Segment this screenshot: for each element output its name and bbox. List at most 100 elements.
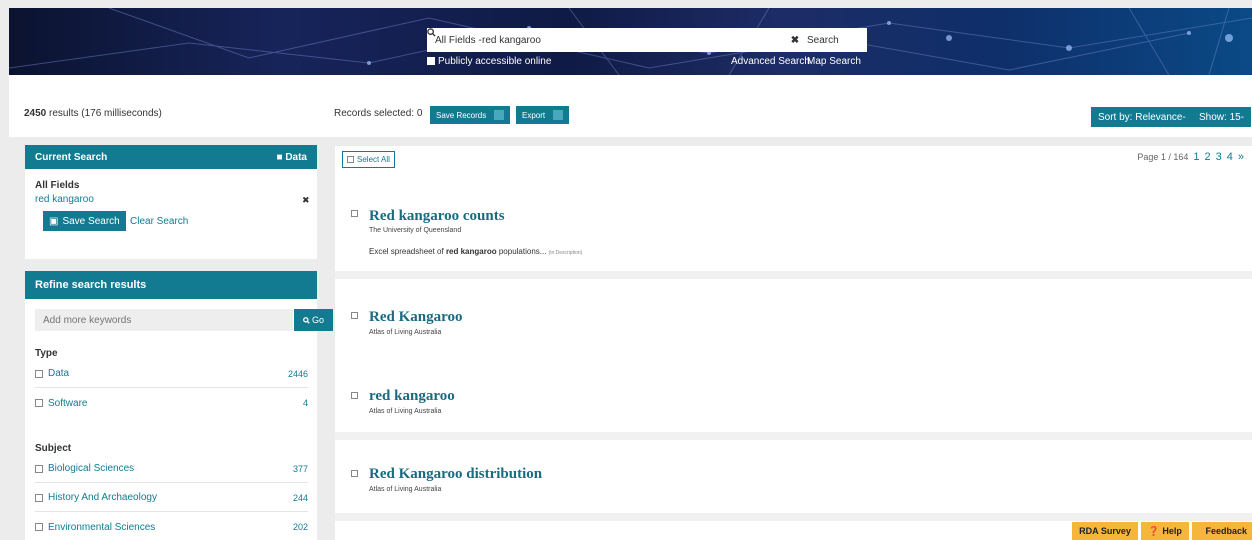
results-total: 2450 — [24, 108, 47, 119]
checkbox — [347, 156, 354, 163]
result-checkbox[interactable] — [351, 470, 358, 477]
page-link-1[interactable]: 1 — [1193, 151, 1199, 163]
save-icon: ▣ — [49, 215, 59, 227]
search-button-label: Search — [807, 34, 839, 46]
keywords-input[interactable] — [35, 309, 293, 331]
search-bar: All Fields - ✖ Search — [427, 28, 867, 52]
search-button[interactable]: Search — [427, 28, 867, 46]
facet-count: 2446 — [287, 368, 308, 379]
search-icon — [303, 316, 310, 324]
current-search-title: Current Search — [35, 151, 108, 163]
advanced-search-link[interactable]: Advanced Search — [731, 56, 810, 67]
current-search-panel: Current Search ■ Data All Fields red kan… — [25, 145, 317, 259]
facet-subject-biological[interactable]: Biological Sciences 377 — [35, 455, 308, 483]
facet-label: Environmental Sciences — [48, 521, 156, 533]
records-selected: Records selected: 0 — [334, 108, 423, 119]
result-title[interactable]: Red Kangaroo — [369, 309, 462, 326]
facet-type-data[interactable]: Data 2446 — [35, 360, 308, 388]
results-count: 2450 results (176 milliseconds) — [24, 108, 162, 119]
facet-label: Software — [48, 397, 88, 409]
result-checkbox[interactable] — [351, 392, 358, 399]
clear-search-icon[interactable]: ✖ — [783, 35, 807, 46]
select-all-button[interactable]: Select All — [342, 151, 395, 168]
data-link-label: Data — [285, 151, 307, 163]
checkbox[interactable] — [35, 369, 43, 378]
go-label: Go — [311, 315, 324, 325]
facet-type-software[interactable]: Software 4 — [35, 389, 308, 417]
public-checkbox[interactable] — [427, 57, 435, 65]
refine-panel: Refine search results Go Type Data 2446 … — [25, 271, 333, 540]
divider — [335, 271, 1252, 279]
help-button[interactable]: ❓ Help — [1141, 522, 1189, 540]
next-page-link[interactable]: » — [1238, 151, 1244, 163]
map-search-link[interactable]: Map Search — [807, 56, 861, 67]
save-search-button[interactable]: ▣ Save Search — [43, 211, 126, 231]
clear-search-link[interactable]: Clear Search — [130, 216, 188, 227]
description-text-end: populations... — [496, 247, 547, 256]
checkbox[interactable] — [35, 399, 43, 407]
description-text: Excel spreadsheet of — [369, 247, 446, 256]
feedback-button[interactable]: Feedback — [1192, 522, 1252, 540]
upload-icon — [553, 110, 564, 120]
search-term-link[interactable]: red kangaroo — [35, 194, 94, 205]
save-search-label: Save Search — [62, 215, 120, 227]
pagination: Page 1 / 164 1 2 3 4 » — [1137, 151, 1244, 163]
current-search-header: Current Search ■ Data — [25, 145, 317, 169]
facet-count: 202 — [292, 522, 308, 532]
facet-label: Data — [48, 368, 70, 379]
bookmark-icon — [494, 110, 505, 120]
subject-heading: Subject — [35, 443, 72, 454]
data-link[interactable]: ■ Data — [276, 152, 307, 163]
result-checkbox[interactable] — [351, 210, 358, 217]
search-input[interactable] — [482, 30, 783, 50]
folder-icon: ■ — [276, 151, 283, 163]
header-banner: All Fields - ✖ Search Publicly accessibl… — [9, 8, 1252, 75]
rda-survey-button[interactable]: RDA Survey — [1072, 522, 1138, 540]
remove-term-icon[interactable]: ✖ — [302, 195, 310, 206]
page-link-4[interactable]: 4 — [1227, 151, 1233, 163]
checkbox[interactable] — [35, 493, 43, 502]
facet-count: 4 — [302, 398, 308, 408]
divider — [335, 513, 1252, 521]
public-checkbox-label: Publicly accessible online — [438, 56, 552, 67]
result-title[interactable]: red kangaroo — [369, 388, 455, 405]
results-toolbar: 2450 results (176 milliseconds) Records … — [9, 75, 1252, 137]
result-source: Atlas of Living Australia — [369, 329, 442, 336]
public-checkbox-row[interactable]: Publicly accessible online — [427, 56, 551, 67]
results-time: results (176 milliseconds) — [49, 108, 162, 119]
export-button[interactable]: Export — [516, 106, 570, 124]
help-label: Help — [1162, 526, 1182, 536]
page-link-2[interactable]: 2 — [1205, 151, 1211, 163]
result-source: Atlas of Living Australia — [369, 408, 442, 415]
result-checkbox[interactable] — [351, 312, 358, 319]
refine-header: Refine search results — [25, 271, 317, 299]
help-icon: ❓ — [1148, 525, 1160, 536]
facet-label: Biological Sciences — [48, 463, 135, 474]
field-label: All Fields — [35, 180, 80, 191]
facet-subject-history[interactable]: History And Archaeology 244 — [35, 484, 308, 512]
page-info: Page 1 / 164 — [1137, 152, 1189, 162]
result-title[interactable]: Red Kangaroo distribution — [369, 466, 542, 483]
export-label: Export — [522, 110, 546, 120]
save-records-button[interactable]: Save Records — [430, 106, 511, 124]
type-heading: Type — [35, 348, 58, 359]
result-source: The University of Queensland — [369, 227, 462, 234]
results-list: Select All Page 1 / 164 1 2 3 4 » Red ka… — [335, 146, 1252, 540]
description-note: (in Description) — [548, 250, 583, 256]
checkbox[interactable] — [35, 464, 43, 473]
go-button[interactable]: Go — [294, 309, 333, 331]
result-description: Excel spreadsheet of red kangaroo popula… — [369, 247, 582, 256]
description-match: red kangaroo — [445, 247, 497, 256]
select-all-label: Select All — [357, 155, 390, 164]
result-title[interactable]: Red kangaroo counts — [369, 208, 505, 225]
sort-dropdown[interactable]: Sort by: Relevance- — [1091, 107, 1193, 127]
facet-label: History And Archaeology — [48, 492, 157, 503]
checkbox[interactable] — [35, 523, 43, 531]
show-dropdown[interactable]: Show: 15- — [1192, 107, 1252, 127]
facet-count: 377 — [292, 463, 308, 474]
page-link-3[interactable]: 3 — [1216, 151, 1222, 163]
facet-subject-environmental[interactable]: Environmental Sciences 202 — [35, 513, 308, 540]
save-records-label: Save Records — [436, 110, 487, 120]
search-icon — [427, 28, 436, 37]
result-source: Atlas of Living Australia — [369, 486, 442, 493]
